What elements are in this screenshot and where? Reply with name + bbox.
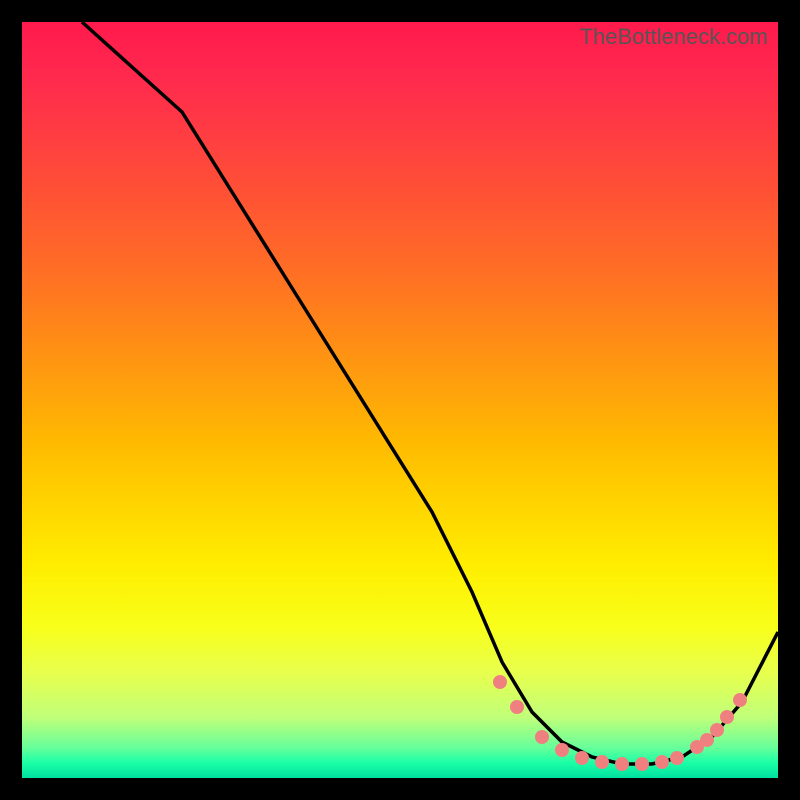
marker-dot <box>635 757 649 771</box>
marker-dot <box>535 730 549 744</box>
bottleneck-curve-line <box>82 22 778 764</box>
watermark-text: TheBottleneck.com <box>580 24 768 50</box>
marker-dot <box>710 723 724 737</box>
marker-dot <box>595 755 609 769</box>
marker-dot <box>670 751 684 765</box>
marker-dot <box>720 710 734 724</box>
chart-container: TheBottleneck.com <box>0 0 800 800</box>
marker-dot <box>555 743 569 757</box>
marker-dot <box>615 757 629 771</box>
marker-dot <box>655 755 669 769</box>
chart-svg <box>22 22 778 778</box>
marker-dot <box>493 675 507 689</box>
marker-dot <box>510 700 524 714</box>
optimal-range-markers <box>493 675 747 771</box>
marker-dot <box>575 751 589 765</box>
marker-dot <box>700 733 714 747</box>
plot-area: TheBottleneck.com <box>22 22 778 778</box>
marker-dot <box>733 693 747 707</box>
